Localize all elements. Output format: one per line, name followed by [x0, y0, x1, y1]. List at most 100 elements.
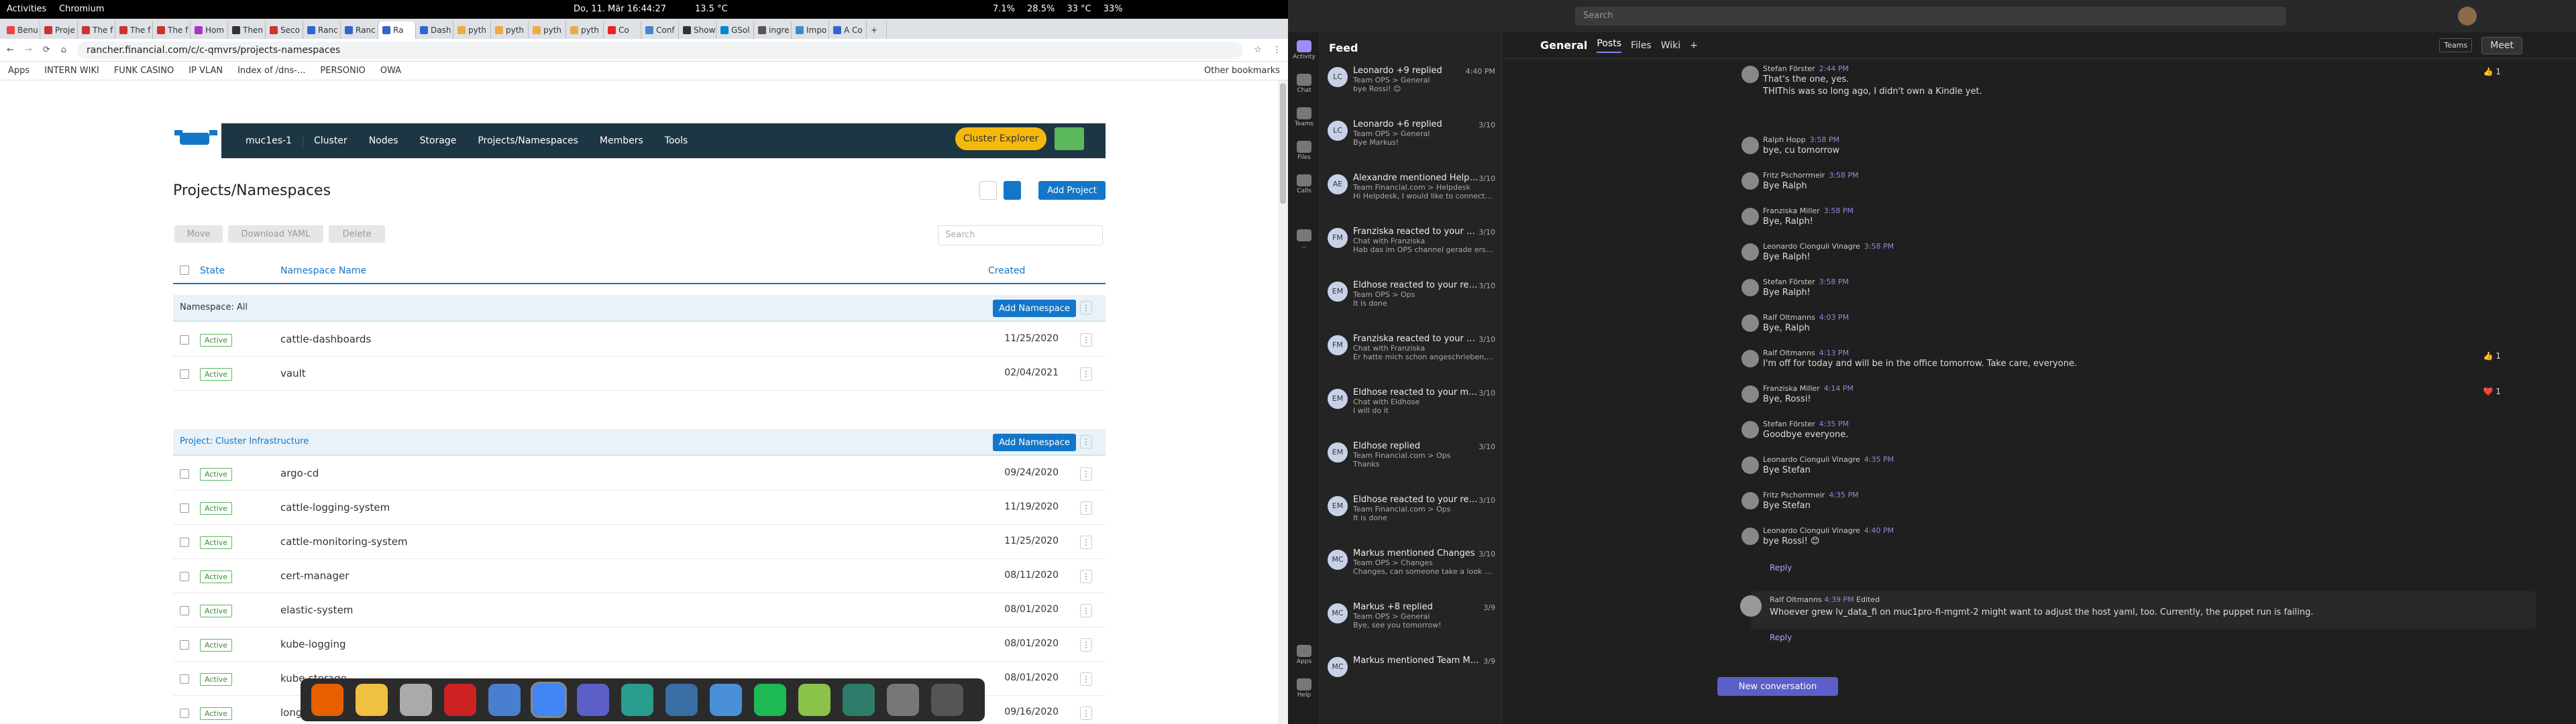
menu-icon[interactable]: ⋮	[1273, 45, 1281, 55]
row-actions-icon[interactable]: ⋮	[1080, 570, 1092, 583]
row-actions-icon[interactable]: ⋮	[1080, 638, 1092, 652]
chromium-icon[interactable]	[531, 682, 567, 718]
tab-wiki[interactable]: Wiki	[1661, 40, 1680, 51]
rail-help[interactable]: Help	[1292, 676, 1316, 705]
namespace-name[interactable]: cattle-dashboards	[280, 333, 371, 345]
back-icon[interactable]: ←	[7, 45, 14, 55]
bookmark-item[interactable]: INTERN WIKI	[44, 66, 99, 76]
browser-tab[interactable]: pyth	[453, 21, 491, 39]
browser-tab[interactable]: pyth	[566, 21, 604, 39]
maps-icon[interactable]	[798, 684, 830, 716]
row-checkbox[interactable]	[180, 369, 189, 379]
row-actions-icon[interactable]: ⋮	[1080, 333, 1092, 347]
add-namespace-button[interactable]: Add Namespace	[993, 300, 1076, 317]
row-actions-icon[interactable]: ⋮	[1080, 501, 1092, 515]
teams-button[interactable]: Teams	[2439, 38, 2473, 52]
meet-button[interactable]: Meet	[2481, 36, 2522, 54]
browser-tab[interactable]: Ranc	[341, 21, 378, 39]
rail-more[interactable]: ...	[1292, 227, 1316, 256]
browser-tab[interactable]: Ra	[378, 21, 416, 39]
tab-posts[interactable]: Posts	[1597, 38, 1621, 53]
spotify-icon[interactable]	[754, 684, 786, 716]
reaction-badge[interactable]: 👍 1	[2483, 351, 2501, 361]
browser-tab[interactable]: pyth	[529, 21, 566, 39]
url-input[interactable]: rancher.financial.com/c/c-qmvrs/projects…	[76, 41, 1244, 59]
row-actions-icon[interactable]: ⋮	[1080, 467, 1092, 481]
browser-tab[interactable]: Co	[604, 21, 641, 39]
scrollbar-thumb[interactable]	[1280, 83, 1286, 204]
apps-grid-icon[interactable]	[931, 684, 963, 716]
tab-files[interactable]: Files	[1631, 40, 1652, 51]
feed-item[interactable]: EM Eldhose reacted to your reply Team OPS …	[1321, 276, 1501, 312]
browser-tab[interactable]: Benu	[3, 21, 40, 39]
feed-item[interactable]: EM Eldhose reacted to your reply Team Fina…	[1321, 491, 1501, 526]
feed-item[interactable]: EM Eldhose replied Team Financial.com > Op…	[1321, 437, 1501, 473]
bookmark-star-icon[interactable]: ☆	[1254, 45, 1262, 55]
feed-title[interactable]: Feed	[1329, 42, 1358, 54]
rail-apps[interactable]: Apps	[1292, 642, 1316, 672]
row-checkbox[interactable]	[180, 572, 189, 581]
feed-item[interactable]: MC Markus +8 replied Team OPS > General Bye…	[1321, 598, 1501, 634]
namespace-name[interactable]: cattle-logging-system	[280, 501, 390, 514]
page-scrollbar[interactable]	[1278, 80, 1288, 724]
feed-item[interactable]: LC Leonardo +9 replied Team OPS > General b…	[1321, 62, 1501, 97]
browser-tab[interactable]: The f	[153, 21, 191, 39]
row-checkbox[interactable]	[180, 469, 189, 479]
browser-tab[interactable]: Ranc	[303, 21, 341, 39]
trash-icon[interactable]	[887, 684, 919, 716]
feed-item[interactable]: MC Markus mentioned Team MUC 3/9	[1321, 652, 1501, 677]
docs-icon[interactable]	[488, 684, 521, 716]
row-checkbox[interactable]	[180, 335, 189, 345]
namespace-name[interactable]: vault	[280, 367, 306, 379]
group-actions-icon[interactable]: ⋮	[1080, 301, 1092, 314]
browser-tab[interactable]: Impo	[792, 21, 829, 39]
recycle-icon[interactable]	[621, 684, 653, 716]
rail-teams[interactable]: Teams	[1292, 105, 1316, 134]
bookmark-item[interactable]: FUNK CASINO	[114, 66, 174, 76]
browser-tab[interactable]: A Co	[829, 21, 867, 39]
feed-item[interactable]: EM Eldhose reacted to your messageChat wi…	[1321, 383, 1501, 419]
feed-item[interactable]: LC Leonardo +6 replied Team OPS > General B…	[1321, 115, 1501, 151]
app-menu[interactable]: Chromium	[59, 4, 105, 14]
browser-tab[interactable]: Show	[679, 21, 716, 39]
forward-icon[interactable]: →	[25, 45, 32, 55]
namespace-name[interactable]: elastic-system	[280, 604, 353, 616]
browser-tab[interactable]: GSol	[716, 21, 754, 39]
bookmark-item[interactable]: PERSONIO	[320, 66, 365, 76]
rail-calls[interactable]: Calls	[1292, 172, 1316, 201]
group-actions-icon[interactable]: ⋮	[1080, 435, 1092, 448]
browser-tab[interactable]: Then	[228, 21, 266, 39]
namespace-name[interactable]: cert-manager	[280, 570, 349, 582]
reload-icon[interactable]: ⟳	[43, 45, 50, 55]
namespace-name[interactable]: long	[280, 707, 302, 719]
bookmark-item[interactable]: Apps	[8, 66, 30, 76]
rail-chat[interactable]: Chat	[1292, 71, 1316, 101]
teams-icon[interactable]	[577, 684, 609, 716]
reply-link[interactable]: Reply	[1770, 633, 1792, 642]
rail-activity[interactable]: Activity	[1292, 38, 1316, 67]
bookmark-item[interactable]: Other bookmarks	[1204, 66, 1280, 76]
row-actions-icon[interactable]: ⋮	[1080, 604, 1092, 617]
row-checkbox[interactable]	[180, 640, 189, 650]
browser-tab[interactable]: pyth	[491, 21, 529, 39]
bookmark-item[interactable]: IP VLAN	[189, 66, 223, 76]
add-namespace-button[interactable]: Add Namespace	[993, 434, 1076, 451]
activities-button[interactable]: Activities	[7, 4, 46, 14]
home-icon[interactable]: ⌂	[61, 45, 66, 55]
namespace-name[interactable]: kube-logging	[280, 638, 345, 650]
network-icon[interactable]	[710, 684, 742, 716]
browser-tab[interactable]: ingre	[754, 21, 792, 39]
browser-tab[interactable]: Dash	[416, 21, 453, 39]
row-checkbox[interactable]	[180, 709, 189, 718]
feed-item[interactable]: AE Alexandre mentioned Helpdesk Team Finan…	[1321, 169, 1501, 204]
feed-item[interactable]: FM Franziska reacted to your messageChat …	[1321, 330, 1501, 365]
new-tab-button[interactable]: +	[867, 21, 887, 39]
namespace-name[interactable]: argo-cd	[280, 467, 319, 479]
gimp-icon[interactable]	[843, 684, 875, 716]
reaction-badge[interactable]: 👍 1	[2483, 67, 2501, 76]
firefox-icon[interactable]	[311, 684, 343, 716]
files-icon[interactable]	[400, 684, 432, 716]
pdf-icon[interactable]	[444, 684, 476, 716]
reaction-badge[interactable]: ❤️ 1	[2483, 387, 2501, 396]
new-conversation-button[interactable]: New conversation	[1717, 677, 1838, 696]
